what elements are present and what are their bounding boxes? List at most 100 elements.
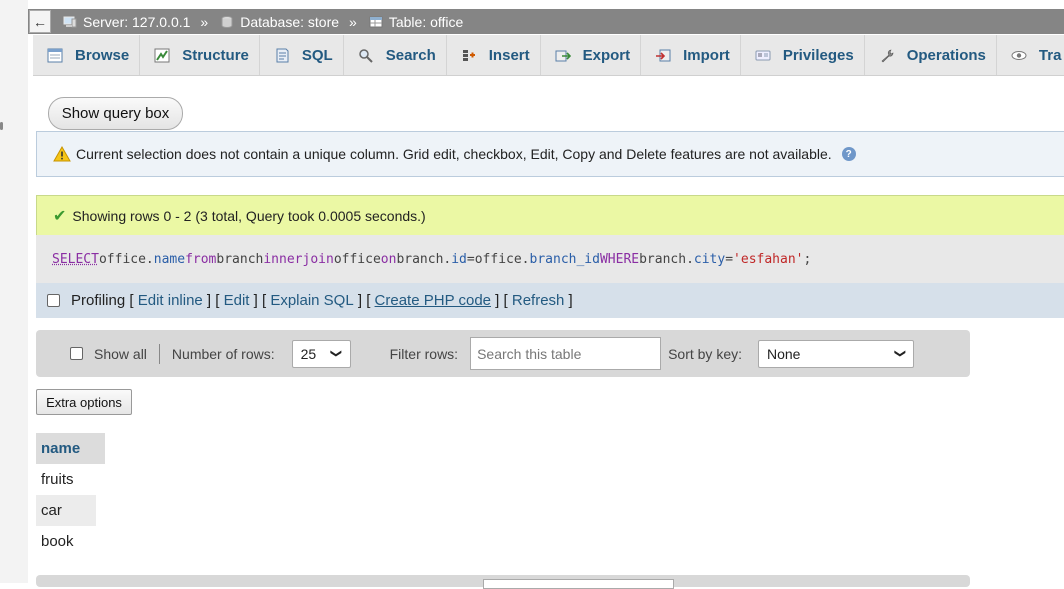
breadcrumb-database-label: Database: store bbox=[240, 13, 340, 30]
sql-keyword[interactable]: SELECT bbox=[52, 252, 99, 267]
tab-search[interactable]: Search bbox=[344, 35, 447, 75]
tab-operations[interactable]: Operations bbox=[865, 35, 997, 75]
breadcrumb-database[interactable]: Database: store bbox=[220, 14, 339, 30]
tab-privileges-label: Privileges bbox=[782, 46, 854, 64]
sql-table: branch. bbox=[396, 251, 452, 267]
structure-icon bbox=[154, 48, 170, 62]
breadcrumb-server[interactable]: Server: 127.0.0.1 bbox=[63, 14, 190, 30]
sql-operator: = bbox=[466, 251, 475, 267]
results-table: name fruits car book bbox=[36, 433, 105, 557]
show-query-box-button[interactable]: Show query box bbox=[48, 97, 183, 130]
server-icon bbox=[63, 16, 77, 27]
filter-rows-input[interactable]: Search this table bbox=[470, 337, 662, 370]
left-panel-edge bbox=[0, 0, 28, 583]
rows-count-value: 25 bbox=[300, 345, 317, 362]
tab-insert-label: Insert bbox=[488, 46, 530, 64]
sql-table: office. bbox=[98, 251, 154, 267]
column-header-name[interactable]: name bbox=[36, 433, 105, 464]
tab-browse-label: Browse bbox=[75, 46, 130, 64]
extra-options-button[interactable]: Extra options bbox=[36, 389, 132, 415]
back-button[interactable]: ← bbox=[29, 10, 51, 33]
sort-by-key-label: Sort by key: bbox=[668, 345, 742, 362]
bottom-filter-input[interactable] bbox=[483, 579, 674, 589]
tab-structure-label: Structure bbox=[182, 46, 249, 64]
edit-inline-link[interactable]: Edit inline bbox=[138, 292, 203, 309]
sql-terminator: ; bbox=[803, 251, 812, 267]
show-all-checkbox[interactable] bbox=[70, 347, 83, 360]
sql-operator: = bbox=[725, 251, 734, 267]
warning-icon bbox=[53, 146, 71, 162]
table-row[interactable]: fruits bbox=[36, 464, 96, 495]
filter-rows-label: Filter rows: bbox=[389, 345, 459, 362]
checkmark-icon: ✔ bbox=[53, 207, 67, 225]
breadcrumb-table[interactable]: Table: office bbox=[369, 14, 463, 30]
tab-structure[interactable]: Structure bbox=[140, 35, 260, 75]
sql-query-display: SELECT office. name from branch inner joi… bbox=[36, 235, 1064, 283]
privileges-icon bbox=[755, 50, 771, 60]
table-navigation: Show all Number of rows: 25 ❯ Filter row… bbox=[36, 330, 970, 377]
sql-keyword: WHERE bbox=[599, 251, 640, 267]
profiling-label: Profiling bbox=[71, 292, 126, 309]
create-php-code-link[interactable]: Create PHP code bbox=[375, 292, 491, 309]
sql-column: branch_id bbox=[529, 251, 600, 267]
tab-export[interactable]: Export bbox=[541, 35, 642, 75]
success-message: ✔ Showing rows 0 - 2 (3 total, Query too… bbox=[36, 195, 1064, 235]
profiling-checkbox[interactable] bbox=[47, 294, 60, 307]
sql-string: 'esfahan' bbox=[733, 251, 804, 267]
tab-browse[interactable]: Browse bbox=[33, 35, 141, 75]
database-icon bbox=[221, 15, 233, 28]
sql-keyword: join bbox=[302, 251, 334, 267]
tab-import[interactable]: Import bbox=[641, 35, 741, 75]
tab-export-label: Export bbox=[582, 46, 631, 64]
tab-sql[interactable]: SQL bbox=[260, 35, 344, 75]
table-icon bbox=[369, 16, 383, 27]
tab-insert[interactable]: Insert bbox=[447, 35, 541, 75]
table-row[interactable]: book bbox=[36, 526, 96, 557]
sql-column: name bbox=[153, 251, 186, 267]
browse-icon bbox=[47, 48, 63, 62]
sql-table: branch. bbox=[639, 251, 694, 267]
breadcrumb: ← Server: 127.0.0.1 » Database: store » … bbox=[28, 9, 1064, 34]
divider bbox=[158, 343, 160, 364]
collapse-handle[interactable] bbox=[0, 122, 3, 130]
sort-by-key-select[interactable]: None ❯ bbox=[758, 339, 914, 368]
success-text: Showing rows 0 - 2 (3 total, Query took … bbox=[72, 207, 426, 224]
breadcrumb-separator: » bbox=[349, 13, 357, 30]
rows-count-label: Number of rows: bbox=[171, 345, 275, 362]
export-icon bbox=[555, 50, 571, 61]
breadcrumb-table-label: Table: office bbox=[388, 13, 464, 30]
tab-search-label: Search bbox=[385, 46, 436, 64]
tab-bar: Browse Structure SQL Search Insert Expor… bbox=[33, 35, 1064, 76]
table-row[interactable]: car bbox=[36, 495, 96, 526]
chevron-down-icon: ❯ bbox=[893, 348, 906, 359]
breadcrumb-separator: » bbox=[200, 13, 209, 30]
tab-import-label: Import bbox=[683, 46, 730, 64]
tab-tracking[interactable]: Tra bbox=[997, 35, 1064, 75]
edit-link[interactable]: Edit bbox=[224, 292, 250, 309]
sql-keyword: from bbox=[185, 251, 217, 267]
sql-table: office. bbox=[474, 251, 530, 267]
search-icon bbox=[358, 48, 373, 63]
explain-sql-link[interactable]: Explain SQL bbox=[270, 292, 353, 309]
sql-keyword: inner bbox=[263, 251, 303, 267]
operations-icon bbox=[881, 49, 894, 62]
help-icon[interactable]: ? bbox=[841, 147, 856, 161]
profiling-bar: Profiling [ Edit inline ] [ Edit ] [ Exp… bbox=[36, 283, 1064, 318]
show-all-label: Show all bbox=[94, 345, 147, 362]
chevron-down-icon: ❯ bbox=[330, 348, 343, 359]
sort-by-key-value: None bbox=[767, 345, 801, 362]
import-icon bbox=[656, 49, 671, 61]
sql-column: city bbox=[693, 251, 726, 267]
tab-sql-label: SQL bbox=[301, 46, 333, 64]
rows-count-select[interactable]: 25 ❯ bbox=[291, 339, 351, 368]
insert-icon bbox=[462, 49, 475, 61]
sql-keyword: on bbox=[380, 251, 397, 267]
tab-privileges[interactable]: Privileges bbox=[741, 35, 865, 75]
sql-icon bbox=[276, 48, 289, 62]
tab-operations-label: Operations bbox=[906, 46, 986, 64]
refresh-link[interactable]: Refresh bbox=[512, 292, 565, 309]
tab-tracking-label: Tra bbox=[1038, 46, 1062, 64]
sql-table: branch bbox=[216, 251, 264, 267]
sql-table: office bbox=[333, 251, 381, 267]
tracking-icon bbox=[1011, 50, 1027, 60]
